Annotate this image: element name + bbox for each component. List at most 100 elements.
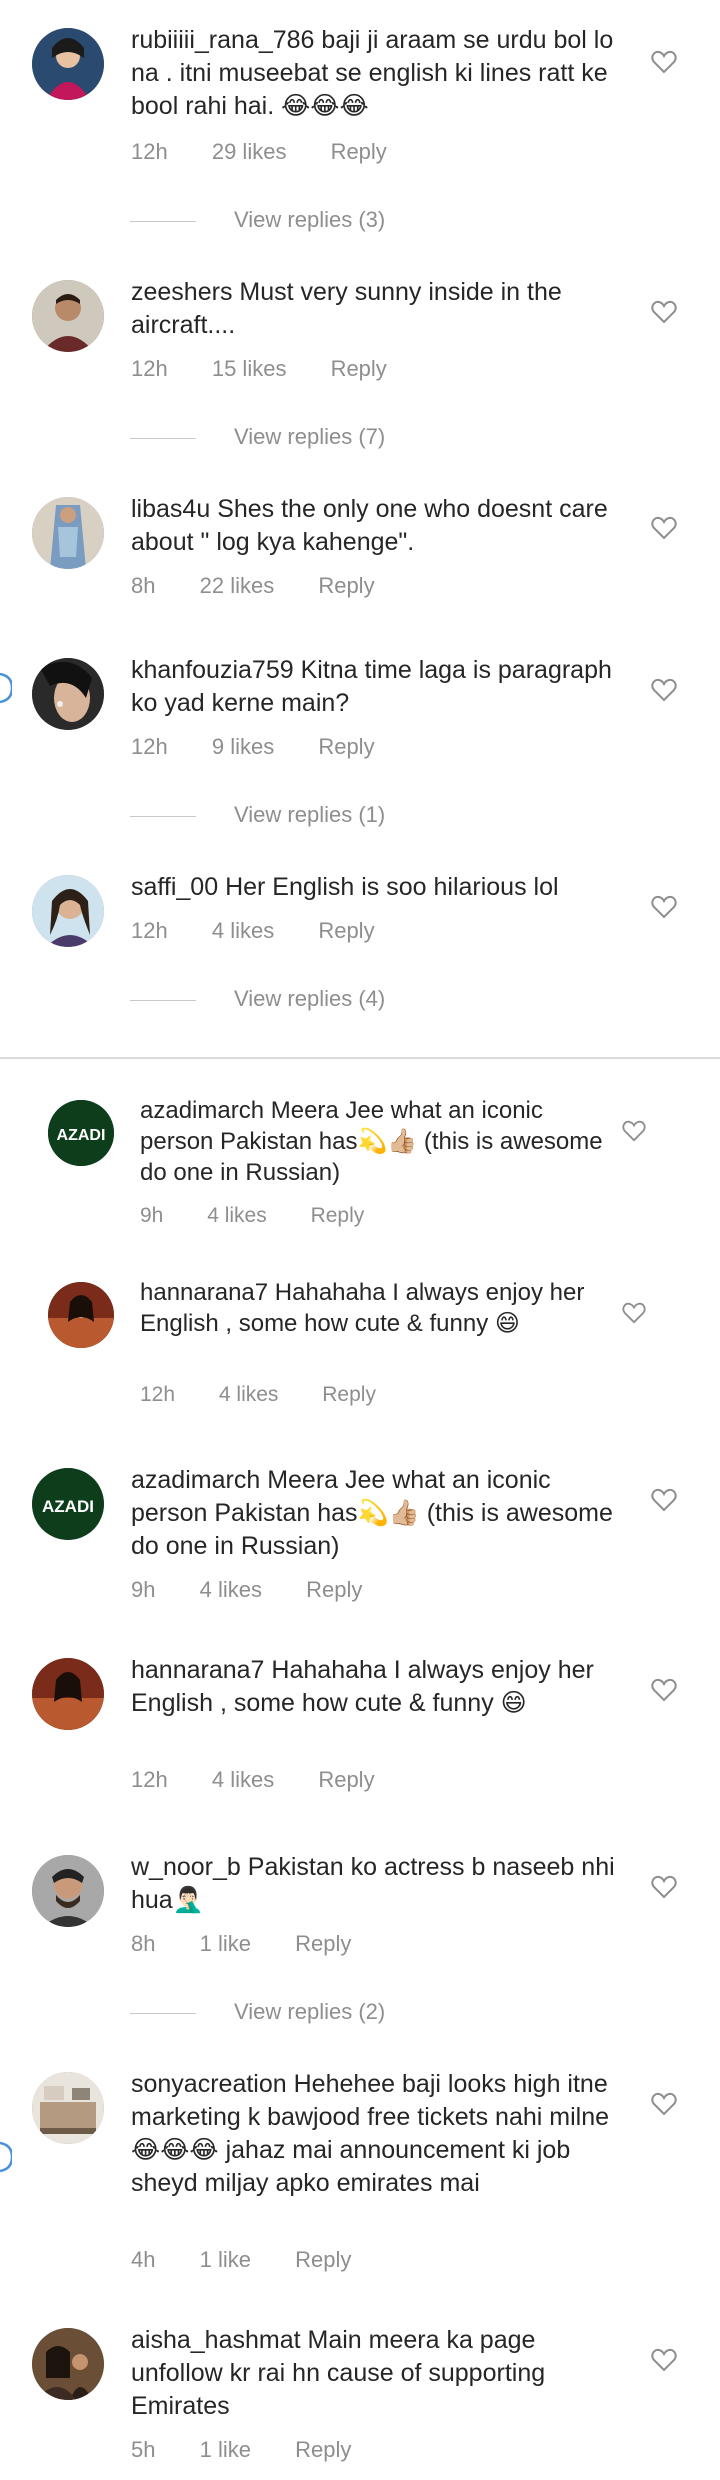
comment-text: libas4u Shes the only one who doesnt car… bbox=[131, 493, 631, 559]
comment-time: 4h bbox=[131, 2247, 156, 2272]
reply-button[interactable]: Reply bbox=[331, 139, 387, 164]
heart-outline-icon[interactable] bbox=[651, 1875, 677, 1899]
comment-text: hannarana7 Hahahaha I always enjoy her E… bbox=[131, 1654, 631, 1720]
reply-button[interactable]: Reply bbox=[318, 918, 374, 943]
comment-meta: 12h 29 likes Reply bbox=[131, 139, 425, 165]
comment-likes[interactable]: 4 likes bbox=[219, 1383, 279, 1406]
avatar[interactable] bbox=[32, 28, 104, 100]
comment-likes[interactable]: 22 likes bbox=[200, 573, 275, 598]
avatar[interactable] bbox=[32, 280, 104, 352]
comment-text: rubiiiii_rana_786 baji ji araam se urdu … bbox=[131, 24, 631, 123]
reply-button[interactable]: Reply bbox=[311, 1204, 365, 1227]
comment-text: saffi_00 Her English is soo hilarious lo… bbox=[131, 871, 671, 904]
comment-meta: 9h 4 likes Reply bbox=[140, 1204, 402, 1228]
avatar[interactable] bbox=[48, 1282, 114, 1348]
view-replies-line bbox=[130, 220, 196, 222]
reply-button[interactable]: Reply bbox=[295, 1931, 351, 1956]
comment-meta: 5h 1 like Reply bbox=[131, 2437, 389, 2463]
heart-outline-icon[interactable] bbox=[651, 895, 677, 919]
comment-time: 12h bbox=[140, 1383, 176, 1406]
comment-time: 5h bbox=[131, 2437, 156, 2462]
avatar[interactable] bbox=[32, 2072, 104, 2144]
comment-username[interactable]: saffi_00 bbox=[131, 873, 218, 901]
comment-text: sonyacreation Hehehee baji looks high it… bbox=[131, 2068, 641, 2200]
comment-username[interactable]: khanfouzia759 bbox=[131, 656, 294, 684]
reply-button[interactable]: Reply bbox=[331, 356, 387, 381]
reply-button[interactable]: Reply bbox=[318, 573, 374, 598]
comment-time: 12h bbox=[131, 139, 168, 164]
view-replies-label: View replies (1) bbox=[234, 802, 386, 827]
heart-outline-icon[interactable] bbox=[651, 516, 677, 540]
heart-outline-icon[interactable] bbox=[651, 300, 677, 324]
comment-likes[interactable]: 4 likes bbox=[212, 1767, 274, 1792]
view-replies-label: View replies (3) bbox=[234, 207, 386, 232]
comment-username[interactable]: hannarana7 bbox=[131, 1656, 264, 1684]
heart-outline-icon[interactable] bbox=[622, 1120, 646, 1142]
reply-button[interactable]: Reply bbox=[318, 1767, 374, 1792]
reply-button[interactable]: Reply bbox=[295, 2247, 351, 2272]
comment-text: azadimarch Meera Jee what an iconic pers… bbox=[131, 1464, 631, 1563]
headphone-icon bbox=[0, 668, 14, 708]
view-replies-button[interactable]: View replies (3) bbox=[130, 207, 385, 233]
comment-likes[interactable]: 1 like bbox=[200, 1931, 251, 1956]
avatar[interactable] bbox=[32, 1658, 104, 1730]
comment-likes[interactable]: 4 likes bbox=[200, 1577, 262, 1602]
headphone-icon bbox=[0, 2137, 14, 2177]
comment-meta: 12h 15 likes Reply bbox=[131, 356, 425, 382]
view-replies-button[interactable]: View replies (1) bbox=[130, 802, 385, 828]
avatar[interactable] bbox=[32, 658, 104, 730]
comment-username[interactable]: aisha_hashmat bbox=[131, 2326, 301, 2354]
comment-meta: 12h 4 likes Reply bbox=[131, 1767, 413, 1793]
view-replies-line bbox=[130, 437, 196, 439]
view-replies-button[interactable]: View replies (2) bbox=[130, 1999, 385, 2025]
avatar[interactable] bbox=[32, 875, 104, 947]
comment-username[interactable]: zeeshers bbox=[131, 278, 232, 306]
view-replies-button[interactable]: View replies (4) bbox=[130, 986, 385, 1012]
heart-outline-icon[interactable] bbox=[651, 1488, 677, 1512]
view-replies-label: View replies (2) bbox=[234, 1999, 386, 2024]
comment-body: Her English is soo hilarious lol bbox=[225, 873, 559, 901]
comment-text: w_noor_b Pakistan ko actress b naseeb nh… bbox=[131, 1851, 631, 1917]
comment-username[interactable]: rubiiiii_rana_786 bbox=[131, 26, 314, 54]
comment-likes[interactable]: 4 likes bbox=[212, 918, 274, 943]
view-replies-label: View replies (7) bbox=[234, 424, 386, 449]
avatar[interactable]: AZADI bbox=[32, 1468, 104, 1540]
heart-outline-icon[interactable] bbox=[651, 2348, 677, 2372]
comment-likes[interactable]: 1 like bbox=[200, 2437, 251, 2462]
avatar-badge-text: AZADI bbox=[57, 1127, 106, 1144]
avatar[interactable] bbox=[32, 1855, 104, 1927]
comment-text: azadimarch Meera Jee what an iconic pers… bbox=[140, 1095, 620, 1188]
reply-button[interactable]: Reply bbox=[306, 1577, 362, 1602]
heart-outline-icon[interactable] bbox=[622, 1302, 646, 1324]
comment-time: 12h bbox=[131, 356, 168, 381]
comment-username[interactable]: w_noor_b bbox=[131, 1853, 241, 1881]
avatar[interactable]: AZADI bbox=[48, 1100, 114, 1166]
comment-username[interactable]: sonyacreation bbox=[131, 2070, 287, 2098]
comment-likes[interactable]: 15 likes bbox=[212, 356, 287, 381]
view-replies-button[interactable]: View replies (7) bbox=[130, 424, 385, 450]
heart-outline-icon[interactable] bbox=[651, 50, 677, 74]
comment-time: 9h bbox=[131, 1577, 156, 1602]
comment-likes[interactable]: 4 likes bbox=[207, 1204, 267, 1227]
comment-likes[interactable]: 1 like bbox=[200, 2247, 251, 2272]
comment-meta: 8h 22 likes Reply bbox=[131, 573, 413, 599]
comment-meta: 8h 1 like Reply bbox=[131, 1931, 389, 1957]
comment-username[interactable]: azadimarch bbox=[140, 1097, 264, 1124]
comment-username[interactable]: azadimarch bbox=[131, 1466, 260, 1494]
comment-time: 12h bbox=[131, 1767, 168, 1792]
avatar[interactable] bbox=[32, 497, 104, 569]
view-replies-line bbox=[130, 2012, 196, 2014]
comment-likes[interactable]: 29 likes bbox=[212, 139, 287, 164]
comment-likes[interactable]: 9 likes bbox=[212, 734, 274, 759]
comment-username[interactable]: libas4u bbox=[131, 495, 210, 523]
heart-outline-icon[interactable] bbox=[651, 1678, 677, 1702]
reply-button[interactable]: Reply bbox=[322, 1383, 376, 1406]
heart-outline-icon[interactable] bbox=[651, 2092, 677, 2116]
reply-button[interactable]: Reply bbox=[318, 734, 374, 759]
avatar[interactable] bbox=[32, 2328, 104, 2400]
section-divider bbox=[0, 1057, 720, 1059]
heart-outline-icon[interactable] bbox=[651, 678, 677, 702]
view-replies-label: View replies (4) bbox=[234, 986, 386, 1011]
reply-button[interactable]: Reply bbox=[295, 2437, 351, 2462]
comment-username[interactable]: hannarana7 bbox=[140, 1279, 268, 1306]
